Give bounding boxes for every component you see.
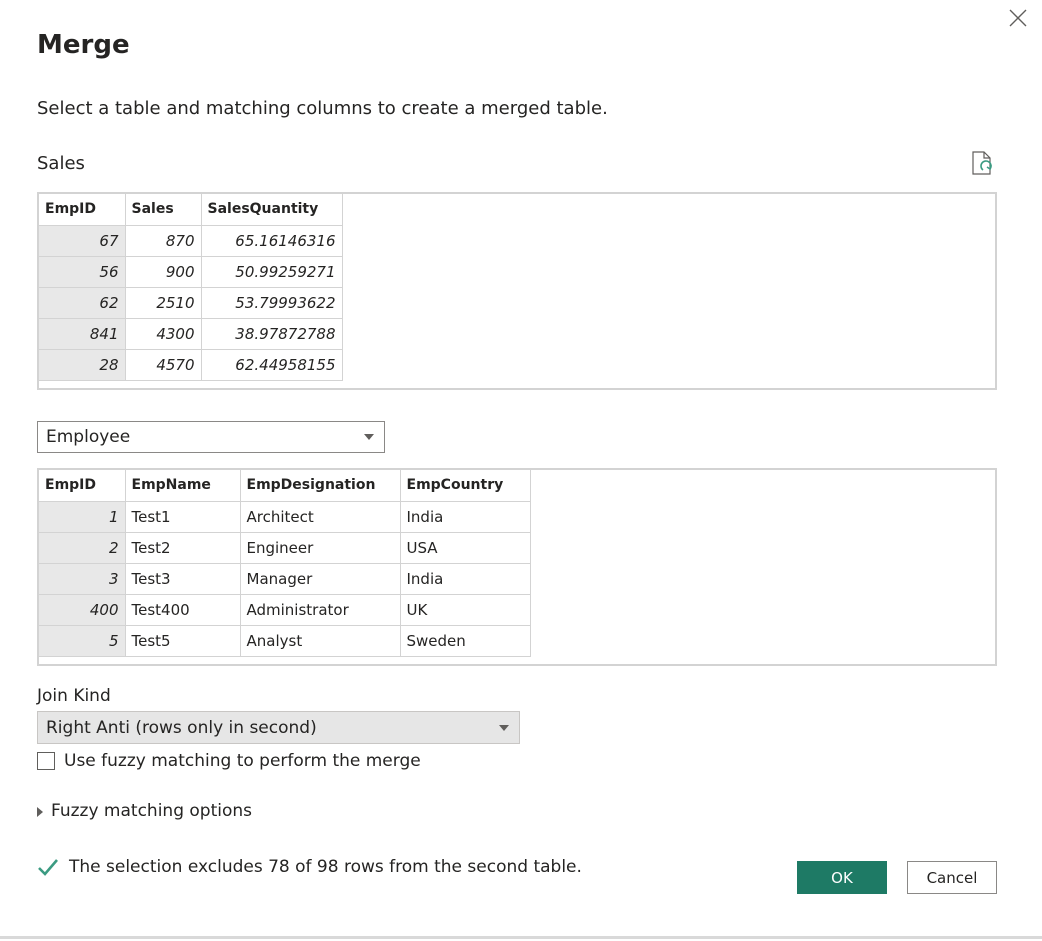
cell: 53.79993622 — [200, 286, 343, 319]
table-row: 5 Test5 Analyst Sweden — [39, 624, 531, 657]
cell: 56 — [39, 255, 126, 288]
column-header[interactable]: EmpID — [39, 194, 126, 226]
dialog-title: Merge — [37, 30, 130, 60]
cell: UK — [399, 593, 531, 626]
table-row: 3 Test3 Manager India — [39, 562, 531, 595]
cell: 65.16146316 — [200, 224, 343, 257]
cell: 4300 — [124, 317, 202, 350]
column-header[interactable]: Sales — [124, 194, 202, 226]
cell: 900 — [124, 255, 202, 288]
first-table-grid: EmpID Sales SalesQuantity 67 870 65.1614… — [39, 194, 343, 381]
table-row: 56 900 50.99259271 — [39, 255, 343, 288]
table-row: 67 870 65.16146316 — [39, 224, 343, 257]
chevron-right-icon — [37, 807, 43, 817]
cell: 2 — [39, 531, 126, 564]
fuzzy-matching-options-expander[interactable]: Fuzzy matching options — [37, 801, 252, 821]
cell: Administrator — [239, 593, 401, 626]
cell: 400 — [39, 593, 126, 626]
cell: Analyst — [239, 624, 401, 657]
table-row: 28 4570 62.44958155 — [39, 348, 343, 381]
cell: 3 — [39, 562, 126, 595]
cell: 62.44958155 — [200, 348, 343, 381]
second-table-grid: EmpID EmpName EmpDesignation EmpCountry … — [39, 470, 531, 657]
chevron-down-icon — [499, 724, 509, 731]
cell: 67 — [39, 224, 126, 257]
second-table-dropdown[interactable]: Employee — [37, 421, 385, 453]
dialog-subtitle: Select a table and matching columns to c… — [37, 98, 608, 119]
cell: Test3 — [124, 562, 241, 595]
cancel-button[interactable]: Cancel — [907, 861, 997, 894]
ok-button[interactable]: OK — [797, 861, 887, 894]
fuzzy-matching-option: Use fuzzy matching to perform the merge — [37, 751, 421, 771]
column-header[interactable]: EmpDesignation — [239, 470, 401, 502]
second-table-preview: EmpID EmpName EmpDesignation EmpCountry … — [37, 468, 997, 666]
column-header[interactable]: EmpCountry — [399, 470, 531, 502]
first-table-name: Sales — [37, 153, 85, 174]
join-kind-dropdown[interactable]: Right Anti (rows only in second) — [37, 711, 520, 744]
cell: Test2 — [124, 531, 241, 564]
cell: Test1 — [124, 500, 241, 533]
cell: 4570 — [124, 348, 202, 381]
dialog-bottom-border — [0, 936, 1042, 939]
cell: 1 — [39, 500, 126, 533]
refresh-preview-icon[interactable] — [970, 150, 996, 178]
table-row: 2 Test2 Engineer USA — [39, 531, 531, 564]
cell: Engineer — [239, 531, 401, 564]
cell: Architect — [239, 500, 401, 533]
chevron-down-icon — [364, 434, 374, 440]
cell: 2510 — [124, 286, 202, 319]
cell: Test400 — [124, 593, 241, 626]
fuzzy-matching-options-label: Fuzzy matching options — [51, 801, 253, 821]
cell: USA — [399, 531, 531, 564]
table-row: 62 2510 53.79993622 — [39, 286, 343, 319]
cell: 62 — [39, 286, 126, 319]
column-header[interactable]: EmpName — [124, 470, 241, 502]
cell: Test5 — [124, 624, 241, 657]
cell: 841 — [39, 317, 126, 350]
fuzzy-matching-checkbox[interactable] — [37, 752, 55, 770]
cell: 38.97872788 — [200, 317, 343, 350]
column-header[interactable]: SalesQuantity — [200, 194, 343, 226]
fuzzy-matching-checkbox-label[interactable]: Use fuzzy matching to perform the merge — [64, 751, 421, 771]
cell: 5 — [39, 624, 126, 657]
match-status: The selection excludes 78 of 98 rows fro… — [37, 856, 582, 878]
table-row: 400 Test400 Administrator UK — [39, 593, 531, 626]
cell: 50.99259271 — [200, 255, 343, 288]
cell: 28 — [39, 348, 126, 381]
checkmark-icon — [38, 859, 58, 876]
table-row: 841 4300 38.97872788 — [39, 317, 343, 350]
table-row: 1 Test1 Architect India — [39, 500, 531, 533]
cell: Manager — [239, 562, 401, 595]
close-icon[interactable] — [1006, 6, 1030, 30]
cell: 870 — [124, 224, 202, 257]
join-kind-selected: Right Anti (rows only in second) — [46, 717, 317, 738]
column-header[interactable]: EmpID — [39, 470, 126, 502]
second-table-selected: Employee — [46, 427, 131, 447]
cell: India — [399, 500, 531, 533]
first-table-preview: EmpID Sales SalesQuantity 67 870 65.1614… — [37, 192, 997, 390]
status-text: The selection excludes 78 of 98 rows fro… — [69, 857, 582, 877]
join-kind-label: Join Kind — [37, 686, 111, 706]
cell: India — [399, 562, 531, 595]
cell: Sweden — [399, 624, 531, 657]
